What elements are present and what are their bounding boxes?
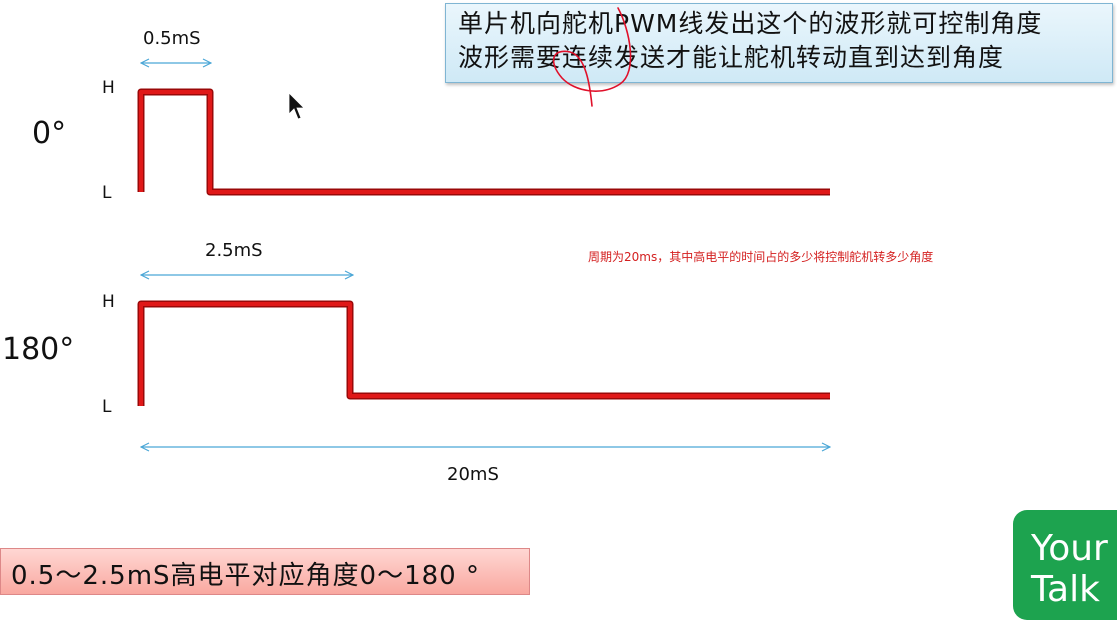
- corner-card-line-2: Talk: [1031, 569, 1100, 610]
- angle-label-0: 0°: [32, 116, 67, 151]
- pulse-width-label-bottom: 2.5mS: [205, 240, 263, 261]
- low-level-label-top: L: [102, 183, 112, 203]
- summary-box: 0.5～2.5mS高电平对应角度0～180 °: [0, 548, 530, 595]
- mouse-cursor-icon: [288, 92, 305, 120]
- low-level-label-bottom: L: [102, 397, 112, 417]
- angle-label-180: 180°: [2, 332, 75, 367]
- period-explanation: 周期为20ms，其中高电平的时间占的多少将控制舵机转多少角度: [588, 250, 934, 264]
- high-level-label-top: H: [102, 78, 115, 98]
- corner-card[interactable]: Your Talk: [1013, 510, 1117, 620]
- waveform-0deg: [137, 88, 830, 196]
- corner-card-line-1: Your: [1031, 528, 1108, 569]
- pulse-width-label-top: 0.5mS: [143, 28, 201, 49]
- high-level-label-bottom: H: [102, 292, 115, 312]
- scribble-annotation: [552, 7, 632, 107]
- waveform-180deg: [137, 300, 830, 406]
- period-label: 20mS: [447, 464, 499, 485]
